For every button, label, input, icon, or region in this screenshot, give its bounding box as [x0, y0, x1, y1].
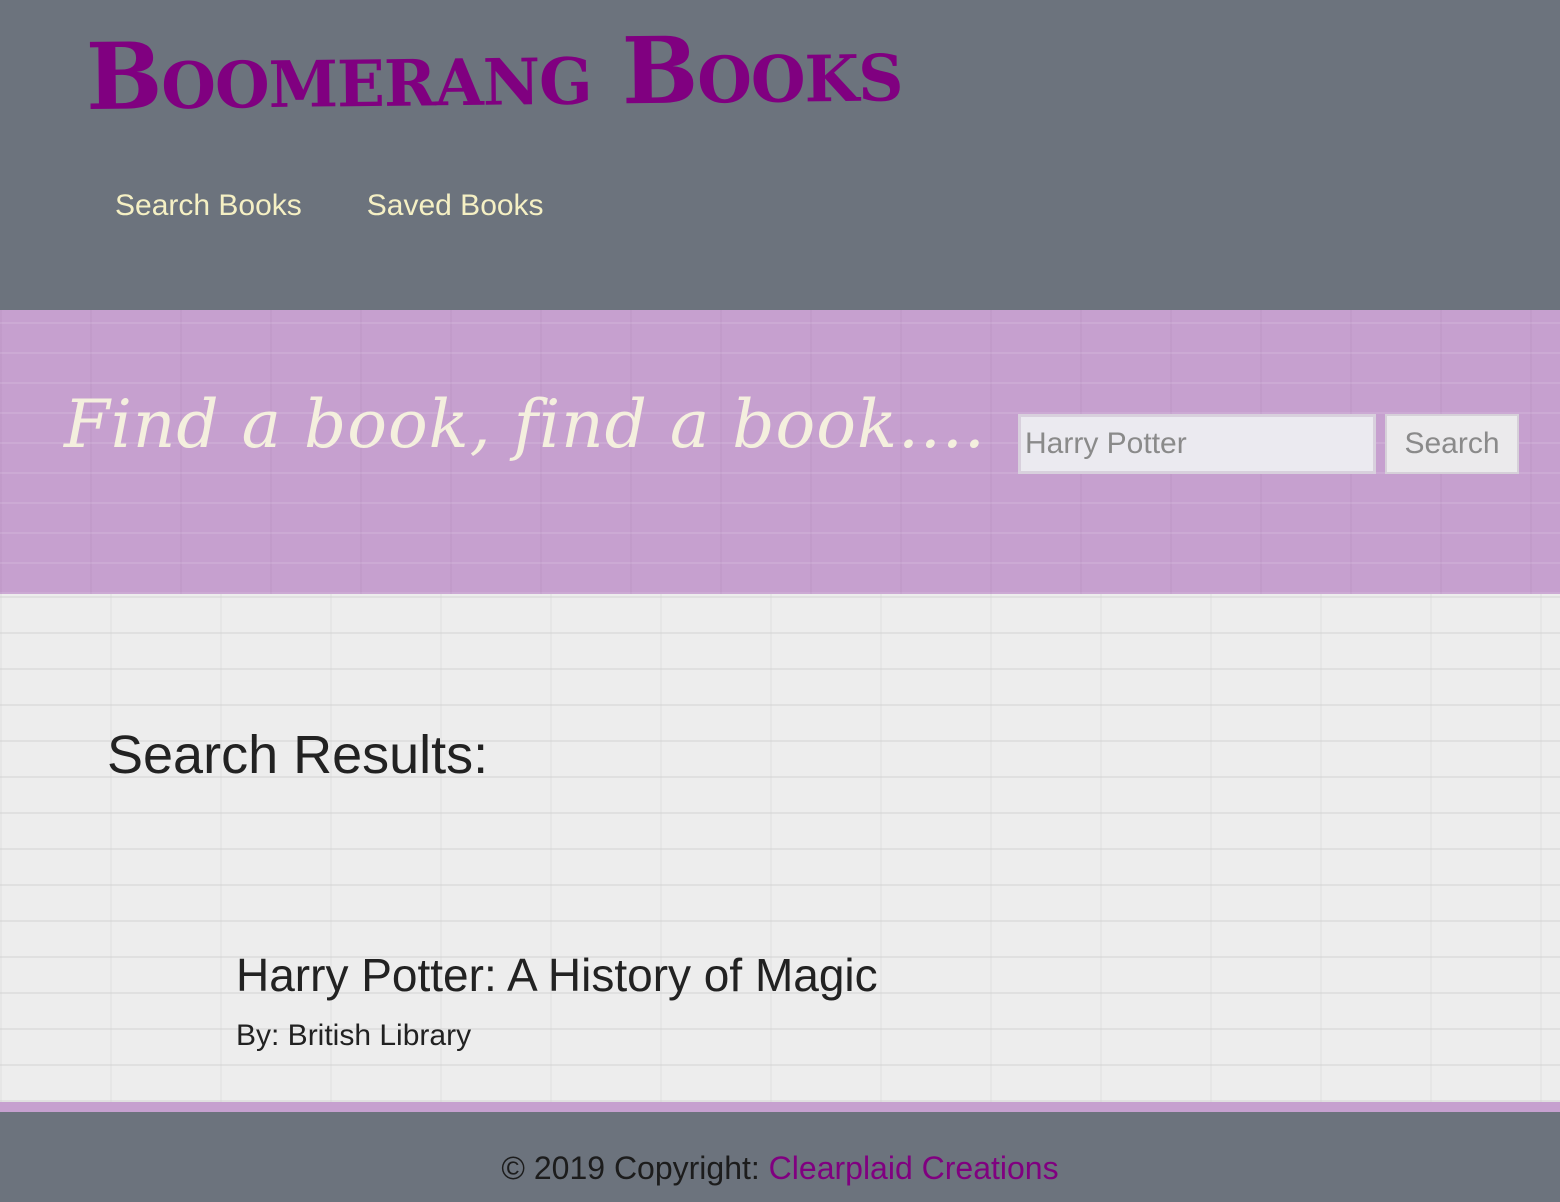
footer-link[interactable]: Clearplaid Creations [769, 1150, 1059, 1186]
hero-banner: Find a book, find a book.... Search [0, 310, 1560, 594]
result-title: Harry Potter: A History of Magic [236, 949, 878, 1001]
hero-tagline: Find a book, find a book.... [64, 386, 986, 463]
search-button[interactable]: Search [1385, 414, 1519, 474]
results-section: Search Results: Harry Potter: A History … [0, 594, 1560, 1102]
search-input[interactable] [1018, 414, 1376, 474]
footer-divider [0, 1102, 1560, 1112]
nav-saved-books[interactable]: Saved Books [367, 186, 544, 226]
footer-text: © 2019 Copyright: Clearplaid Creations [0, 1112, 1560, 1188]
results-heading: Search Results: [107, 725, 489, 785]
result-item: Harry Potter: A History of Magic By: Bri… [236, 946, 878, 1056]
brand-logo[interactable]: Boomerang Books [85, 13, 902, 132]
site-footer: © 2019 Copyright: Clearplaid Creations [0, 1112, 1560, 1202]
copyright-text: © 2019 Copyright: [501, 1150, 769, 1186]
result-author: By: British Library [236, 1019, 472, 1052]
main-nav: Search Books Saved Books [115, 186, 544, 226]
site-header: Boomerang Books Search Books Saved Books [0, 0, 1560, 310]
nav-search-books[interactable]: Search Books [115, 186, 302, 226]
